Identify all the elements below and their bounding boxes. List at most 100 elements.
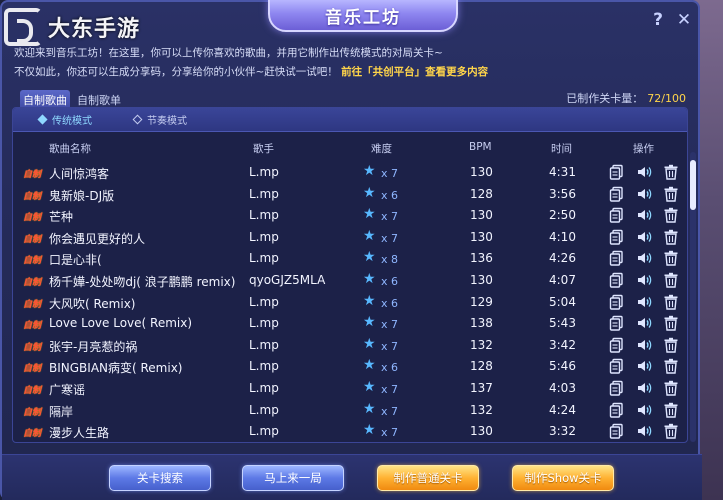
trash-icon[interactable] <box>663 294 679 310</box>
trash-icon[interactable] <box>663 229 679 245</box>
speaker-icon[interactable] <box>636 164 652 180</box>
copy-icon[interactable] <box>609 186 625 202</box>
bpm: 130 <box>470 273 493 287</box>
table-row[interactable]: 自制 隔岸 L.mp ★ x 7 132 4:24 <box>13 400 687 422</box>
make-normal-level-button[interactable]: 制作普通关卡 <box>377 465 479 491</box>
duration: 4:07 <box>549 273 576 287</box>
singer: L.mp <box>249 402 279 417</box>
copy-icon[interactable] <box>609 315 625 331</box>
trash-icon[interactable] <box>663 402 679 418</box>
duration: 2:50 <box>549 208 576 223</box>
custom-badge: 自制 <box>23 342 42 353</box>
bpm: 132 <box>470 402 493 417</box>
table-row[interactable]: 自制 口是心非(L.mp ★ x 8 136 4:26 <box>13 248 687 270</box>
singer: L.mp <box>249 186 279 201</box>
mode-rhythm[interactable]: 节奏模式 <box>132 112 187 127</box>
song-name: 漫步人生路 <box>49 426 110 441</box>
table-row[interactable]: 自制 杨千嬅-处处吻dj( 浪子鹏鹏 remix) qyoGJZ5MLA ★ x 6 13… <box>13 270 687 292</box>
star-icon: ★ <box>363 227 376 244</box>
table-row[interactable]: 自制 你会遇见更好的人 L.mp ★ x 7 130 4:10 <box>13 227 687 249</box>
trash-icon[interactable] <box>663 337 679 353</box>
song-table-panel: 传统模式 节奏模式 歌曲名称 歌手 难度 BPM 时间 操作 自制 人间惊鸿客 L.… <box>12 107 688 443</box>
speaker-icon[interactable] <box>636 402 652 418</box>
scrollbar-thumb[interactable] <box>690 160 696 210</box>
singer: L.mp <box>249 229 279 244</box>
duration: 4:24 <box>549 402 576 417</box>
speaker-icon[interactable] <box>636 337 652 353</box>
custom-badge: 自制 <box>23 191 42 202</box>
copy-icon[interactable] <box>609 294 625 310</box>
difficulty: x 6 <box>381 188 399 202</box>
trash-icon[interactable] <box>663 272 679 288</box>
copy-icon[interactable] <box>609 164 625 180</box>
singer: L.mp <box>249 294 279 309</box>
co-creation-platform-link[interactable]: 前往「共创平台」查看更多内容 <box>341 66 488 78</box>
trash-icon[interactable] <box>663 358 679 375</box>
copy-icon[interactable] <box>609 250 625 267</box>
trash-icon[interactable] <box>663 250 679 267</box>
singer: L.mp <box>249 208 279 223</box>
bpm: 130 <box>470 208 493 223</box>
row-actions <box>609 402 679 418</box>
singer: qyoGJZ5MLA <box>249 273 326 287</box>
bpm: 130 <box>470 229 493 244</box>
table-row[interactable]: 自制 人间惊鸿客 L.mp ★ x 7 130 4:31 <box>13 162 687 184</box>
speaker-icon[interactable] <box>636 250 652 266</box>
table-row[interactable]: 自制 芒种 L.mp ★ x 7 130 2:50 <box>13 205 687 227</box>
song-name: 张宇-月亮惹的祸 <box>49 339 138 354</box>
speaker-icon[interactable] <box>636 207 652 223</box>
watermark-text: 大东手游 <box>48 17 141 42</box>
trash-icon[interactable] <box>663 423 679 439</box>
col-ops: 操作 <box>633 143 654 155</box>
table-row[interactable]: 自制 漫步人生路 L.mp ★ x 7 130 3:32 <box>13 421 687 442</box>
custom-badge: 自制 <box>23 429 42 440</box>
copy-icon[interactable] <box>609 380 625 396</box>
level-search-button[interactable]: 关卡搜索 <box>109 465 211 491</box>
trash-icon[interactable] <box>663 315 679 331</box>
table-row[interactable]: 自制 鬼新娘-DJ版 L.mp ★ x 6 128 3:56 <box>13 184 687 206</box>
speaker-icon[interactable] <box>636 186 652 202</box>
star-icon: ★ <box>363 400 376 417</box>
singer: L.mp <box>249 424 279 439</box>
custom-badge: 自制 <box>23 407 42 418</box>
radio-diamond-icon <box>132 114 143 125</box>
table-row[interactable]: 自制 大风吹( Remix) L.mp ★ x 6 129 5:04 <box>13 292 687 314</box>
table-row[interactable]: 自制 张宇-月亮惹的祸 L.mp ★ x 7 132 3:42 <box>13 335 687 357</box>
col-singer: 歌手 <box>253 143 274 155</box>
singer: L.mp <box>249 165 279 179</box>
copy-icon[interactable] <box>609 272 625 288</box>
table-row[interactable]: 自制 BINGBIAN病变( Remix) L.mp ★ x 6 128 5:46 <box>13 356 687 378</box>
song-name: 你会遇见更好的人 <box>49 231 146 246</box>
duration: 4:26 <box>549 251 576 266</box>
speaker-icon[interactable] <box>636 229 652 245</box>
speaker-icon[interactable] <box>636 315 652 331</box>
custom-badge: 自制 <box>23 170 42 180</box>
scrollbar[interactable] <box>690 152 696 442</box>
copy-icon[interactable] <box>609 229 625 245</box>
quick-match-button[interactable]: 马上来一局 <box>242 465 344 491</box>
trash-icon[interactable] <box>663 186 679 202</box>
copy-icon[interactable] <box>609 207 625 223</box>
copy-icon[interactable] <box>609 358 625 375</box>
make-show-level-button[interactable]: 制作Show关卡 <box>512 465 614 491</box>
help-icon[interactable]: ? <box>650 10 666 30</box>
trash-icon[interactable] <box>663 207 679 223</box>
copy-icon[interactable] <box>609 423 625 439</box>
custom-badge: 自制 <box>23 213 42 224</box>
singer: L.mp <box>249 316 279 331</box>
speaker-icon[interactable] <box>636 423 652 439</box>
trash-icon[interactable] <box>663 164 679 180</box>
speaker-icon[interactable] <box>636 294 652 310</box>
copy-icon[interactable] <box>609 337 625 353</box>
trash-icon[interactable] <box>663 380 679 396</box>
star-icon: ★ <box>363 249 376 266</box>
mode-traditional[interactable]: 传统模式 <box>37 112 92 127</box>
speaker-icon[interactable] <box>636 272 652 288</box>
table-row[interactable]: 自制 Love Love Love( Remix) L.mp ★ x 7 138 5:43 <box>13 313 687 335</box>
speaker-icon[interactable] <box>636 358 652 374</box>
copy-icon[interactable] <box>609 402 625 418</box>
table-row[interactable]: 自制 广寒谣 L.mp ★ x 7 137 4:03 <box>13 378 687 400</box>
bpm: 130 <box>470 424 493 439</box>
speaker-icon[interactable] <box>636 380 652 396</box>
close-icon[interactable]: ✕ <box>676 10 692 30</box>
